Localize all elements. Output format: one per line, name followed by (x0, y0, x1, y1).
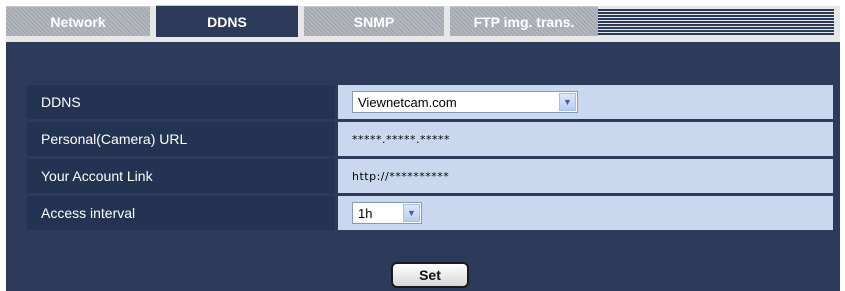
tab-snmp[interactable]: SNMP (304, 6, 444, 36)
access-interval-label: Access interval (27, 196, 335, 230)
personal-url-value: *****.*****.***** (352, 132, 450, 146)
access-interval-value-cell: 1h ▼ (338, 196, 833, 230)
account-link-value[interactable]: http://********** (352, 170, 449, 183)
ddns-value-cell: Viewnetcam.com ▼ (338, 85, 833, 119)
ddns-label: DDNS (27, 85, 335, 119)
tab-ddns-label: DDNS (207, 13, 247, 30)
chevron-down-icon[interactable]: ▼ (403, 204, 420, 222)
account-link-label: Your Account Link (27, 159, 335, 193)
personal-url-label: Personal(Camera) URL (27, 122, 335, 156)
account-link-row: Your Account Link http://********** (27, 159, 833, 193)
tab-network[interactable]: Network (6, 6, 150, 36)
personal-url-row: Personal(Camera) URL *****.*****.***** (27, 122, 833, 156)
access-interval-select-value: 1h (358, 205, 373, 221)
access-interval-select[interactable]: 1h ▼ (352, 202, 422, 224)
tab-ftp-label: FTP img. trans. (473, 13, 575, 30)
tab-ftp-img-trans[interactable]: FTP img. trans. (450, 6, 598, 36)
ddns-settings-table: DDNS Viewnetcam.com ▼ Personal(Camera) U… (27, 85, 833, 233)
tab-bar-filler (598, 9, 834, 35)
set-button[interactable]: Set (391, 262, 469, 288)
access-interval-row: Access interval 1h ▼ (27, 196, 833, 230)
ddns-select-value: Viewnetcam.com (358, 94, 457, 110)
ddns-row: DDNS Viewnetcam.com ▼ (27, 85, 833, 119)
account-link-value-cell: http://********** (338, 159, 833, 193)
ddns-select[interactable]: Viewnetcam.com ▼ (352, 91, 578, 113)
tab-ddns[interactable]: DDNS (156, 5, 298, 37)
chevron-down-icon[interactable]: ▼ (559, 93, 576, 111)
tab-network-label: Network (50, 13, 106, 30)
personal-url-value-cell: *****.*****.***** (338, 122, 833, 156)
tab-snmp-label: SNMP (353, 13, 395, 30)
